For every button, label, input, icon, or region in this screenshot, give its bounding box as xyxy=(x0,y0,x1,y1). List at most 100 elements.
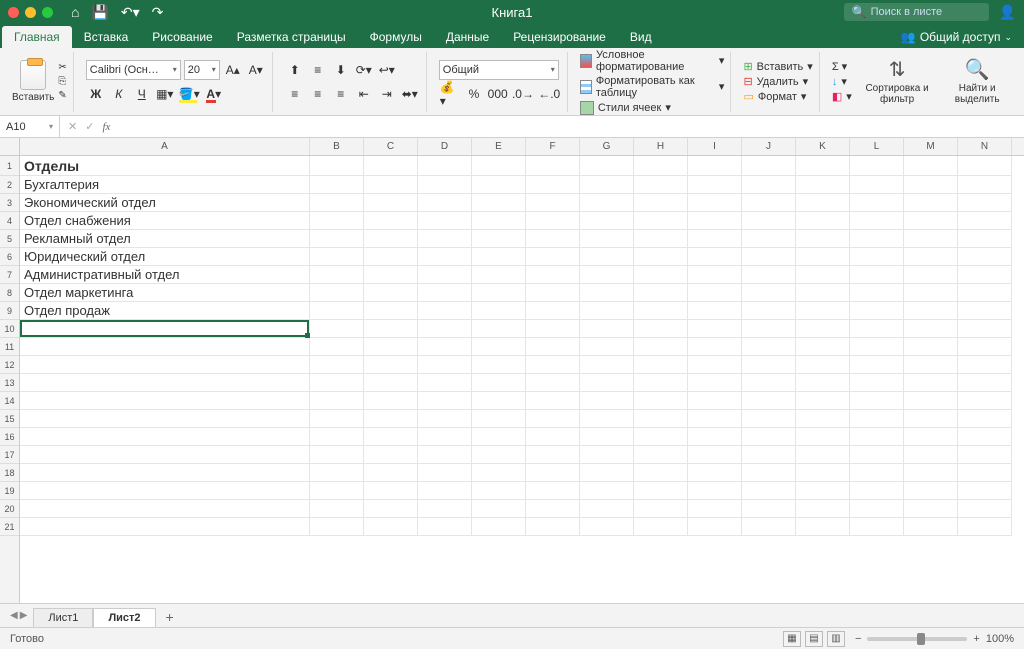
cell-L1[interactable] xyxy=(850,156,904,176)
cell-F8[interactable] xyxy=(526,284,580,302)
cell-I21[interactable] xyxy=(688,518,742,536)
name-box[interactable]: A10▾ xyxy=(0,116,60,138)
cell-A3[interactable]: Экономический отдел xyxy=(20,194,310,212)
cell-C2[interactable] xyxy=(364,176,418,194)
cell-J21[interactable] xyxy=(742,518,796,536)
row-header-3[interactable]: 3 xyxy=(0,194,19,212)
cell-H10[interactable] xyxy=(634,320,688,338)
cell-G12[interactable] xyxy=(580,356,634,374)
share-button[interactable]: 👥 Общий доступ ⌄ xyxy=(891,26,1022,48)
cell-K20[interactable] xyxy=(796,500,850,518)
percent-button[interactable]: % xyxy=(464,84,484,104)
cell-B1[interactable] xyxy=(310,156,364,176)
cell-B8[interactable] xyxy=(310,284,364,302)
cell-E5[interactable] xyxy=(472,230,526,248)
cell-F18[interactable] xyxy=(526,464,580,482)
cell-D6[interactable] xyxy=(418,248,472,266)
cell-D3[interactable] xyxy=(418,194,472,212)
cell-K21[interactable] xyxy=(796,518,850,536)
cell-J15[interactable] xyxy=(742,410,796,428)
cell-J14[interactable] xyxy=(742,392,796,410)
row-header-15[interactable]: 15 xyxy=(0,410,19,428)
column-header-D[interactable]: D xyxy=(418,138,472,155)
undo-icon[interactable]: ↶▾ xyxy=(121,4,140,21)
cell-D21[interactable] xyxy=(418,518,472,536)
sheet-tab-Лист1[interactable]: Лист1 xyxy=(33,608,93,627)
cell-E19[interactable] xyxy=(472,482,526,500)
cell-F5[interactable] xyxy=(526,230,580,248)
cell-H2[interactable] xyxy=(634,176,688,194)
clear-button[interactable]: ◧▾ xyxy=(832,90,852,103)
increase-font-button[interactable]: A▴ xyxy=(223,60,243,80)
cell-N11[interactable] xyxy=(958,338,1012,356)
cell-G18[interactable] xyxy=(580,464,634,482)
cell-B11[interactable] xyxy=(310,338,364,356)
cell-E21[interactable] xyxy=(472,518,526,536)
cell-G17[interactable] xyxy=(580,446,634,464)
cell-C17[interactable] xyxy=(364,446,418,464)
cell-D16[interactable] xyxy=(418,428,472,446)
zoom-in-button[interactable]: + xyxy=(973,633,979,645)
cell-G5[interactable] xyxy=(580,230,634,248)
cell-N20[interactable] xyxy=(958,500,1012,518)
cell-M9[interactable] xyxy=(904,302,958,320)
cell-L13[interactable] xyxy=(850,374,904,392)
cell-N21[interactable] xyxy=(958,518,1012,536)
column-header-H[interactable]: H xyxy=(634,138,688,155)
maximize-window-button[interactable] xyxy=(42,7,53,18)
row-header-18[interactable]: 18 xyxy=(0,464,19,482)
cell-N5[interactable] xyxy=(958,230,1012,248)
cell-F20[interactable] xyxy=(526,500,580,518)
cell-I7[interactable] xyxy=(688,266,742,284)
cell-N14[interactable] xyxy=(958,392,1012,410)
cell-C16[interactable] xyxy=(364,428,418,446)
cell-C19[interactable] xyxy=(364,482,418,500)
cell-A18[interactable] xyxy=(20,464,310,482)
cell-G9[interactable] xyxy=(580,302,634,320)
column-header-L[interactable]: L xyxy=(850,138,904,155)
cell-I10[interactable] xyxy=(688,320,742,338)
cell-M6[interactable] xyxy=(904,248,958,266)
zoom-slider[interactable] xyxy=(867,637,967,641)
cell-K10[interactable] xyxy=(796,320,850,338)
cell-E1[interactable] xyxy=(472,156,526,176)
cell-N2[interactable] xyxy=(958,176,1012,194)
column-header-N[interactable]: N xyxy=(958,138,1012,155)
cell-F21[interactable] xyxy=(526,518,580,536)
cell-G8[interactable] xyxy=(580,284,634,302)
sheet-nav-prev[interactable]: ◀ xyxy=(10,610,18,621)
cell-A7[interactable]: Административный отдел xyxy=(20,266,310,284)
increase-decimal-button[interactable]: .0→ xyxy=(511,84,534,104)
cell-L6[interactable] xyxy=(850,248,904,266)
cell-H14[interactable] xyxy=(634,392,688,410)
select-all-corner[interactable] xyxy=(0,138,20,156)
cell-D11[interactable] xyxy=(418,338,472,356)
cell-K15[interactable] xyxy=(796,410,850,428)
cell-M14[interactable] xyxy=(904,392,958,410)
cell-D2[interactable] xyxy=(418,176,472,194)
cell-L8[interactable] xyxy=(850,284,904,302)
cell-H19[interactable] xyxy=(634,482,688,500)
column-header-J[interactable]: J xyxy=(742,138,796,155)
cell-L16[interactable] xyxy=(850,428,904,446)
cell-A16[interactable] xyxy=(20,428,310,446)
cell-E17[interactable] xyxy=(472,446,526,464)
align-bottom-button[interactable]: ⬇ xyxy=(331,60,351,80)
cell-D9[interactable] xyxy=(418,302,472,320)
cell-H5[interactable] xyxy=(634,230,688,248)
cell-I13[interactable] xyxy=(688,374,742,392)
cell-A17[interactable] xyxy=(20,446,310,464)
cell-N13[interactable] xyxy=(958,374,1012,392)
cell-G6[interactable] xyxy=(580,248,634,266)
cut-button[interactable]: ✂ xyxy=(58,62,66,73)
cell-L9[interactable] xyxy=(850,302,904,320)
cell-G1[interactable] xyxy=(580,156,634,176)
insert-cells-button[interactable]: ⊞Вставить ▾ xyxy=(743,60,812,73)
tab-formulas[interactable]: Формулы xyxy=(358,26,434,48)
cell-N6[interactable] xyxy=(958,248,1012,266)
cell-I11[interactable] xyxy=(688,338,742,356)
cell-A15[interactable] xyxy=(20,410,310,428)
cell-B7[interactable] xyxy=(310,266,364,284)
cell-K18[interactable] xyxy=(796,464,850,482)
cell-I5[interactable] xyxy=(688,230,742,248)
